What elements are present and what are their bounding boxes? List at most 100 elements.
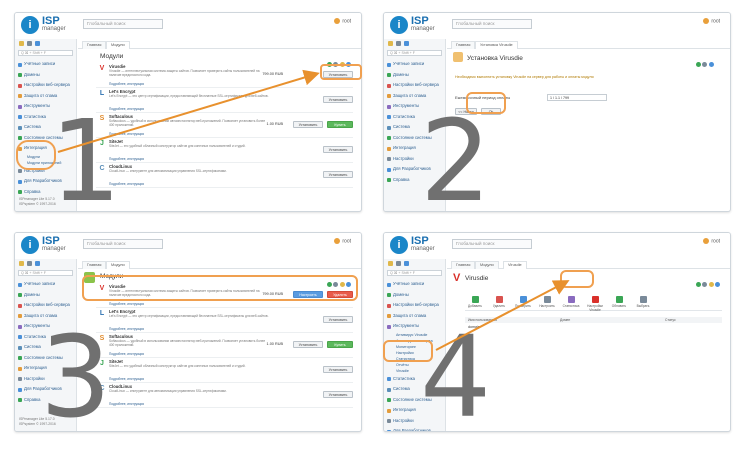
module-more-link[interactable]: Подробнее, инструкция <box>109 352 144 356</box>
install-button[interactable]: Установить <box>323 316 353 323</box>
col-domain-header[interactable]: Домен <box>560 318 570 322</box>
sidebar-filter-input[interactable]: Q ⌘ + Shift + F <box>18 270 73 276</box>
tab-home[interactable]: Главная <box>82 261 107 269</box>
user-menu[interactable]: root <box>703 238 720 244</box>
install-button[interactable]: Установить <box>293 341 323 348</box>
sidebar-item[interactable]: Настройки веб-сервера <box>384 300 445 311</box>
layout-icon[interactable] <box>404 261 409 266</box>
sidebar-item[interactable]: Учётные записи <box>15 59 76 70</box>
sidebar-item[interactable]: Настройки веб-сервера <box>15 300 76 311</box>
layout-icon[interactable] <box>35 261 40 266</box>
sidebar-item-icon <box>18 335 22 339</box>
favorites-icon[interactable] <box>19 261 24 266</box>
sidebar-item-icon <box>387 419 391 423</box>
star-icon[interactable] <box>708 282 714 287</box>
sidebar-item[interactable]: Учётные записи <box>15 279 76 290</box>
global-search-input[interactable]: Глобальный поиск <box>83 239 163 249</box>
logo[interactable]: i ISP manager <box>21 235 81 256</box>
sidebar-item[interactable]: Домены <box>384 290 445 301</box>
tab-home[interactable]: Главная <box>82 41 107 49</box>
install-button[interactable]: Установить <box>323 146 353 153</box>
global-search-input[interactable]: Глобальный поиск <box>452 19 532 29</box>
sidebar-item[interactable]: Учётные записи <box>384 279 445 290</box>
toolbar-button[interactable]: Проверить <box>513 296 533 308</box>
refresh-icon[interactable] <box>695 62 701 67</box>
install-button[interactable]: Установить <box>323 366 353 373</box>
sidebar-item-icon <box>18 94 22 98</box>
settings-icon[interactable] <box>702 282 707 287</box>
sidebar-item-label: Домены <box>393 291 409 297</box>
layout-icon[interactable] <box>404 41 409 46</box>
toolbar-button[interactable]: Обновить <box>609 296 629 308</box>
toolbar-button[interactable]: Выбрать <box>633 296 653 308</box>
sidebar-item-icon <box>18 169 22 173</box>
logo[interactable]: i ISP manager <box>390 15 450 36</box>
toolbar-button[interactable]: Статистика <box>561 296 581 308</box>
sidebar-filter-input[interactable]: Q ⌘ + Shift + F <box>387 270 442 276</box>
sidebar-item[interactable]: Домены <box>15 290 76 301</box>
table-row[interactable]: domain <box>465 324 722 330</box>
toolbar-button[interactable]: Добавить <box>465 296 485 308</box>
toolbar-button[interactable]: Удалить <box>489 296 509 308</box>
sidebar-item[interactable]: Домены <box>384 70 445 81</box>
module-description: Let's Encrypt — это центр сертификации, … <box>109 314 269 318</box>
tab-modules[interactable]: Модули <box>106 41 130 49</box>
sidebar-item[interactable]: Учётные записи <box>384 59 445 70</box>
module-more-link[interactable]: Подробнее, инструкция <box>109 402 144 406</box>
period-select[interactable]: 1 / 1.1 / 799 <box>547 94 607 101</box>
install-button[interactable]: Установить <box>323 96 353 103</box>
module-more-link[interactable]: Подробнее, инструкция <box>109 82 144 86</box>
user-menu[interactable]: root <box>334 18 351 24</box>
home-icon[interactable] <box>27 261 32 266</box>
logo-sub: manager <box>42 26 66 32</box>
logo[interactable]: i ISP manager <box>390 235 450 256</box>
title-icons <box>694 54 724 67</box>
tab-modules[interactable]: Модули <box>475 261 499 269</box>
user-icon <box>703 18 710 24</box>
favorites-icon[interactable] <box>388 261 393 266</box>
toolbar-button[interactable]: Настроить <box>537 296 557 308</box>
sidebar-item[interactable]: Настройки веб-сервера <box>15 80 76 91</box>
layout-icon[interactable] <box>35 41 40 46</box>
logo[interactable]: i ISP manager <box>21 15 81 36</box>
install-button[interactable]: Установить <box>293 121 323 128</box>
help-icon[interactable] <box>715 282 720 287</box>
sidebar-item[interactable]: Настройки веб-сервера <box>384 80 445 91</box>
global-search-input[interactable]: Глобальный поиск <box>83 19 163 29</box>
sidebar-item-label: Статистика <box>393 375 415 381</box>
favorites-icon[interactable] <box>388 41 393 46</box>
module-more-link[interactable]: Подробнее, инструкция <box>109 302 144 306</box>
module-price: 1.00 RUB <box>266 122 283 126</box>
refresh-icon[interactable] <box>695 282 701 287</box>
install-button[interactable]: Установить <box>323 391 353 398</box>
col-status-header[interactable]: Статус <box>665 318 676 322</box>
module-more-link[interactable]: Подробнее, инструкция <box>109 377 144 381</box>
step-number-2: 2 <box>420 97 492 227</box>
help-icon[interactable] <box>708 62 714 67</box>
sidebar-filter-input[interactable]: Q ⌘ + Shift + F <box>387 50 442 56</box>
buy-button[interactable]: Купить <box>327 121 353 128</box>
favorites-icon[interactable] <box>19 41 24 46</box>
home-icon[interactable] <box>27 41 32 46</box>
sidebar-item-icon <box>387 178 391 182</box>
tab-virusdie[interactable]: Virusdie <box>503 261 527 269</box>
global-search-input[interactable]: Глобальный поиск <box>452 239 532 249</box>
toolbar-label: Удалить <box>492 304 506 308</box>
settings-icon[interactable] <box>702 62 707 67</box>
home-icon[interactable] <box>396 261 401 266</box>
module-more-link[interactable]: Подробнее, инструкция <box>109 327 144 331</box>
toolbar-button[interactable]: Настройки Virusdie <box>585 296 605 312</box>
tab-modules[interactable]: Модули <box>106 261 130 269</box>
home-icon[interactable] <box>396 41 401 46</box>
sidebar-item-icon <box>18 366 22 371</box>
install-button[interactable]: Установить <box>323 171 353 178</box>
tab-install-virusdie[interactable]: Установка Virusdie <box>475 41 518 49</box>
sidebar-filter-input[interactable]: Q ⌘ + Shift + F <box>18 50 73 56</box>
sidebar-item[interactable]: Домены <box>15 70 76 81</box>
user-menu[interactable]: root <box>334 238 351 244</box>
tab-home[interactable]: Главная <box>451 261 476 269</box>
buy-button[interactable]: Купить <box>327 341 353 348</box>
tab-home[interactable]: Главная <box>451 41 476 49</box>
user-menu[interactable]: root <box>703 18 720 24</box>
page-title: Установка Virusdie <box>467 55 523 62</box>
